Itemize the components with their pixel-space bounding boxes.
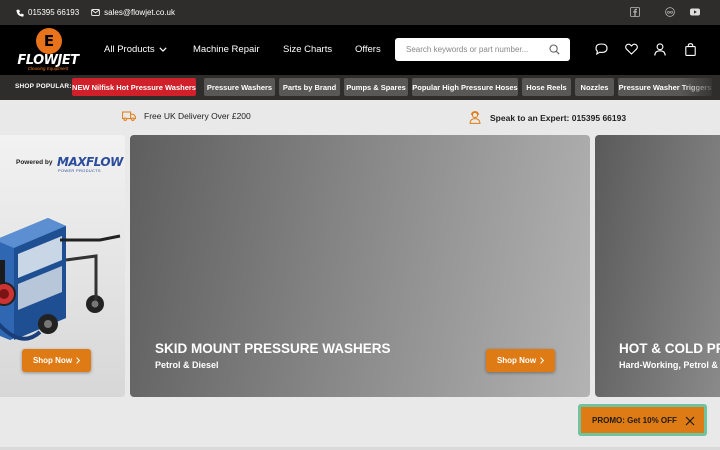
powered-by-text: Powered by: [16, 159, 53, 166]
facebook-icon[interactable]: [629, 6, 641, 18]
flowjet-logo[interactable]: E FLOWJET Cleaning Equipment: [14, 28, 82, 72]
main-header: E FLOWJET Cleaning Equipment All Product…: [0, 25, 720, 75]
maxflow-logo: MAXFLOW: [57, 155, 123, 169]
nav-size-charts-label: Size Charts: [283, 44, 333, 55]
chip-label: Nozzles: [580, 82, 609, 92]
banner-hot-cold[interactable]: HOT & COLD PR Hard-Working, Petrol & I: [595, 135, 720, 397]
search-input[interactable]: [395, 38, 545, 61]
banner-maxflow[interactable]: Powered by MAXFLOW POWER PRODUCTS Shop N…: [0, 135, 125, 397]
phone-icon: [16, 9, 24, 17]
top-bar: 015395 66193 sales@flowjet.co.uk: [0, 0, 720, 25]
phone-number: 015395 66193: [28, 8, 80, 17]
shop-now-label: Shop Now: [32, 356, 73, 365]
search-icon[interactable]: [549, 44, 560, 55]
chevron-right-icon: [540, 357, 545, 364]
chip-pressure-washers[interactable]: Pressure Washers: [204, 78, 275, 96]
nav-size-charts[interactable]: Size Charts: [283, 44, 332, 55]
chip-pressure-washer-triggers[interactable]: Pressure Washer Triggers: [618, 78, 712, 96]
chip-popular-high-pressure-hoses[interactable]: Popular High Pressure Hoses: [412, 78, 518, 96]
chevron-right-icon: [76, 357, 81, 364]
chip-nozzles[interactable]: Nozzles: [575, 78, 614, 96]
mail-icon: [91, 9, 100, 16]
user-icon[interactable]: [653, 42, 667, 56]
expert-icon: [469, 111, 481, 124]
email-address: sales@flowjet.co.uk: [104, 8, 175, 17]
bag-icon[interactable]: [683, 42, 697, 56]
heart-icon[interactable]: [624, 42, 638, 56]
chip-label: Pumps & Spares: [346, 82, 406, 92]
banner-subtitle: Petrol & Diesel: [155, 360, 219, 370]
delivery-info: Free UK Delivery Over £200: [122, 111, 251, 121]
chip-label: Hose Reels: [526, 82, 567, 92]
chip-parts-by-brand[interactable]: Parts by Brand: [279, 78, 340, 96]
shop-now-button[interactable]: Shop Now: [486, 349, 555, 372]
close-icon[interactable]: [685, 416, 695, 426]
chat-icon[interactable]: [594, 42, 608, 56]
promo-badge[interactable]: PROMO: Get 10% OFF: [578, 404, 707, 436]
banner-skid-mount[interactable]: SKID MOUNT PRESSURE WASHERS Petrol & Die…: [130, 135, 590, 397]
banner-title: HOT & COLD PR: [619, 341, 720, 356]
chip-label: Pressure Washer Triggers: [618, 82, 712, 92]
truck-icon: [122, 111, 136, 121]
nav-all-products-label: All Products: [104, 44, 155, 55]
chip-hose-reels[interactable]: Hose Reels: [522, 78, 571, 96]
tripadvisor-icon[interactable]: [664, 6, 676, 18]
shop-popular-bar: SHOP POPULAR: NEW Nilfisk Hot Pressure W…: [0, 75, 720, 100]
chip-label: NEW Nilfisk Hot Pressure Washers: [72, 82, 196, 92]
promo-label: PROMO: Get 10% OFF: [592, 415, 677, 425]
banner-subtitle: Hard-Working, Petrol & I: [619, 360, 720, 370]
phone-link[interactable]: 015395 66193: [16, 8, 79, 17]
shop-popular-label: SHOP POPULAR:: [15, 83, 72, 90]
logo-tagline: Cleaning Equipment: [27, 66, 69, 71]
nav-machine-repair[interactable]: Machine Repair: [193, 44, 260, 55]
delivery-text: Free UK Delivery Over £200: [144, 111, 251, 121]
chevron-down-icon: [159, 47, 167, 52]
nav-offers[interactable]: Offers: [355, 44, 381, 55]
search-box: [395, 38, 570, 61]
logo-mark: E: [36, 28, 62, 54]
chip-label: Pressure Washers: [206, 82, 273, 92]
expert-text: Speak to an Expert: 015395 66193: [490, 112, 627, 123]
expert-info[interactable]: Speak to an Expert: 015395 66193: [469, 111, 626, 124]
youtube-icon[interactable]: [689, 6, 701, 18]
pressure-washer-machine-image: [0, 218, 121, 341]
nav-machine-repair-label: Machine Repair: [193, 44, 260, 55]
nav-all-products[interactable]: All Products: [104, 44, 167, 55]
chip-pumps-spares[interactable]: Pumps & Spares: [344, 78, 408, 96]
maxflow-logo-sub: POWER PRODUCTS: [58, 168, 101, 173]
email-link[interactable]: sales@flowjet.co.uk: [91, 8, 175, 17]
info-strip: Free UK Delivery Over £200 Speak to an E…: [0, 100, 720, 135]
shop-now-label: Shop Now: [496, 356, 537, 365]
nav-offers-label: Offers: [355, 44, 381, 55]
chip-label: Popular High Pressure Hoses: [412, 82, 518, 92]
banner-title: SKID MOUNT PRESSURE WASHERS: [155, 341, 391, 356]
shop-now-button[interactable]: Shop Now: [22, 349, 91, 372]
chip-nilfisk-hot-pressure-washers[interactable]: NEW Nilfisk Hot Pressure Washers: [72, 78, 196, 96]
chip-label: Parts by Brand: [282, 82, 337, 92]
